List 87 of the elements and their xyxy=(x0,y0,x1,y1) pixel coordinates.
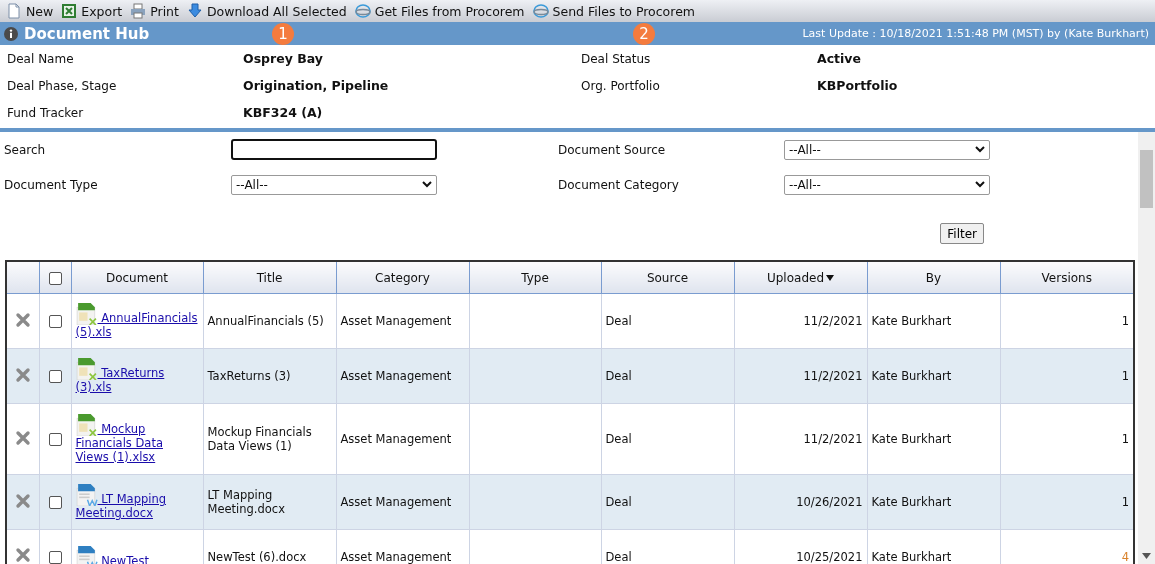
chevron-down-icon xyxy=(422,181,432,188)
filter-label: Document Source xyxy=(558,142,667,157)
page-icon xyxy=(6,3,22,19)
table-cell: 1 xyxy=(1000,474,1134,530)
field-value: Active xyxy=(817,51,862,66)
field-label: Org. Portfolio xyxy=(581,78,661,93)
chevron-down-icon xyxy=(975,181,985,188)
table-cell: Mockup Financials Data Views (1) xyxy=(203,403,336,475)
table-cell: Kate Burkhart xyxy=(867,293,1000,349)
row-checkbox[interactable] xyxy=(48,315,62,328)
download-arrow-icon xyxy=(186,3,203,19)
row-checkbox[interactable] xyxy=(48,433,62,446)
table-cell: Asset Management xyxy=(336,403,469,475)
row-checkbox[interactable] xyxy=(48,496,62,509)
scrollbar[interactable] xyxy=(1138,132,1155,564)
field-label: Fund Tracker xyxy=(7,105,85,120)
table-cell: AnnualFinancials (5) xyxy=(203,293,336,349)
globe-icon xyxy=(354,3,371,19)
filter-label: Search xyxy=(4,142,47,157)
spreadsheet-file-icon xyxy=(75,303,98,325)
table-cell: 11/2/2021 xyxy=(734,293,867,349)
field-value: KBF324 (A) xyxy=(243,105,324,120)
field-value: Origination, Pipeline xyxy=(243,78,390,93)
table-cell: Kate Burkhart xyxy=(867,403,1000,475)
table-cell: Deal xyxy=(601,474,734,530)
document-file-icon xyxy=(75,545,98,564)
delete-icon[interactable] xyxy=(14,311,31,328)
table-cell: TaxReturns (3) xyxy=(203,348,336,404)
delete-icon[interactable] xyxy=(14,547,31,564)
field-label: Deal Phase, Stage xyxy=(7,78,118,93)
column-header[interactable]: Category xyxy=(336,261,469,294)
table-cell: Kate Burkhart xyxy=(867,474,1000,530)
dropdown[interactable]: --All-- xyxy=(784,139,990,160)
toolbar-button[interactable]: Get Files from Procorem xyxy=(352,3,531,19)
table-cell: LT Mapping Meeting.docx xyxy=(203,474,336,530)
column-header[interactable]: By xyxy=(867,261,1000,294)
table-cell: 11/2/2021 xyxy=(734,348,867,404)
globe-icon xyxy=(532,3,549,19)
toolbar-button[interactable]: Export xyxy=(59,3,129,19)
info-icon xyxy=(4,26,18,41)
spreadsheet-file-icon xyxy=(75,358,98,380)
scroll-down-icon[interactable] xyxy=(1142,553,1151,559)
toolbar-button[interactable]: Send Files to Procorem xyxy=(530,3,701,19)
table-cell: Asset Management xyxy=(336,293,469,349)
field-label: Deal Status xyxy=(581,51,652,66)
column-header[interactable]: Versions xyxy=(1000,261,1134,294)
document-file-icon xyxy=(75,484,98,506)
filter-button[interactable]: Filter xyxy=(940,223,984,244)
select-all-checkbox[interactable] xyxy=(48,271,62,285)
sort-caret-icon xyxy=(826,275,834,281)
field-label: Deal Name xyxy=(7,51,75,66)
toolbar-button[interactable]: Download All Selected xyxy=(184,3,353,19)
table-cell: Asset Management xyxy=(336,348,469,404)
delete-icon[interactable] xyxy=(14,429,31,446)
chevron-down-icon xyxy=(975,146,985,153)
field-value: Osprey Bay xyxy=(243,51,324,66)
dropdown[interactable]: --All-- xyxy=(784,174,990,195)
last-update-text: Last Update : 10/18/2021 1:51:48 PM (MST) by (Kate Burkhart) xyxy=(802,27,1149,40)
column-header[interactable]: Document xyxy=(71,261,203,294)
spreadsheet-icon xyxy=(61,3,78,19)
filter-label: Document Category xyxy=(558,177,680,192)
filter-label: Document Type xyxy=(4,177,99,192)
table-cell: 1 xyxy=(1000,348,1134,404)
column-header[interactable]: Title xyxy=(203,261,336,294)
table-cell: 10/26/2021 xyxy=(734,474,867,530)
row-checkbox[interactable] xyxy=(48,550,62,564)
printer-icon xyxy=(130,3,147,19)
table-cell: 11/2/2021 xyxy=(734,403,867,475)
column-header[interactable]: Type xyxy=(469,261,601,294)
row-checkbox[interactable] xyxy=(48,370,62,383)
field-value: KBPortfolio xyxy=(817,78,899,93)
dropdown[interactable]: --All-- xyxy=(231,174,437,195)
toolbar-button[interactable]: New xyxy=(4,3,60,19)
spreadsheet-file-icon xyxy=(75,414,98,436)
search-field[interactable] xyxy=(231,139,437,160)
table-cell: Kate Burkhart xyxy=(867,348,1000,404)
delete-icon[interactable] xyxy=(14,492,31,509)
page-title: Document Hub xyxy=(24,24,150,43)
delete-icon[interactable] xyxy=(14,366,31,383)
table-cell: Deal xyxy=(601,348,734,404)
table-cell: Deal xyxy=(601,293,734,349)
column-header[interactable]: Uploaded xyxy=(734,261,867,294)
toolbar-button[interactable]: Print xyxy=(128,3,185,19)
table-cell: Deal xyxy=(601,403,734,475)
scrollbar-thumb[interactable] xyxy=(1140,150,1153,208)
column-header[interactable]: Source xyxy=(601,261,734,294)
table-cell: Asset Management xyxy=(336,474,469,530)
